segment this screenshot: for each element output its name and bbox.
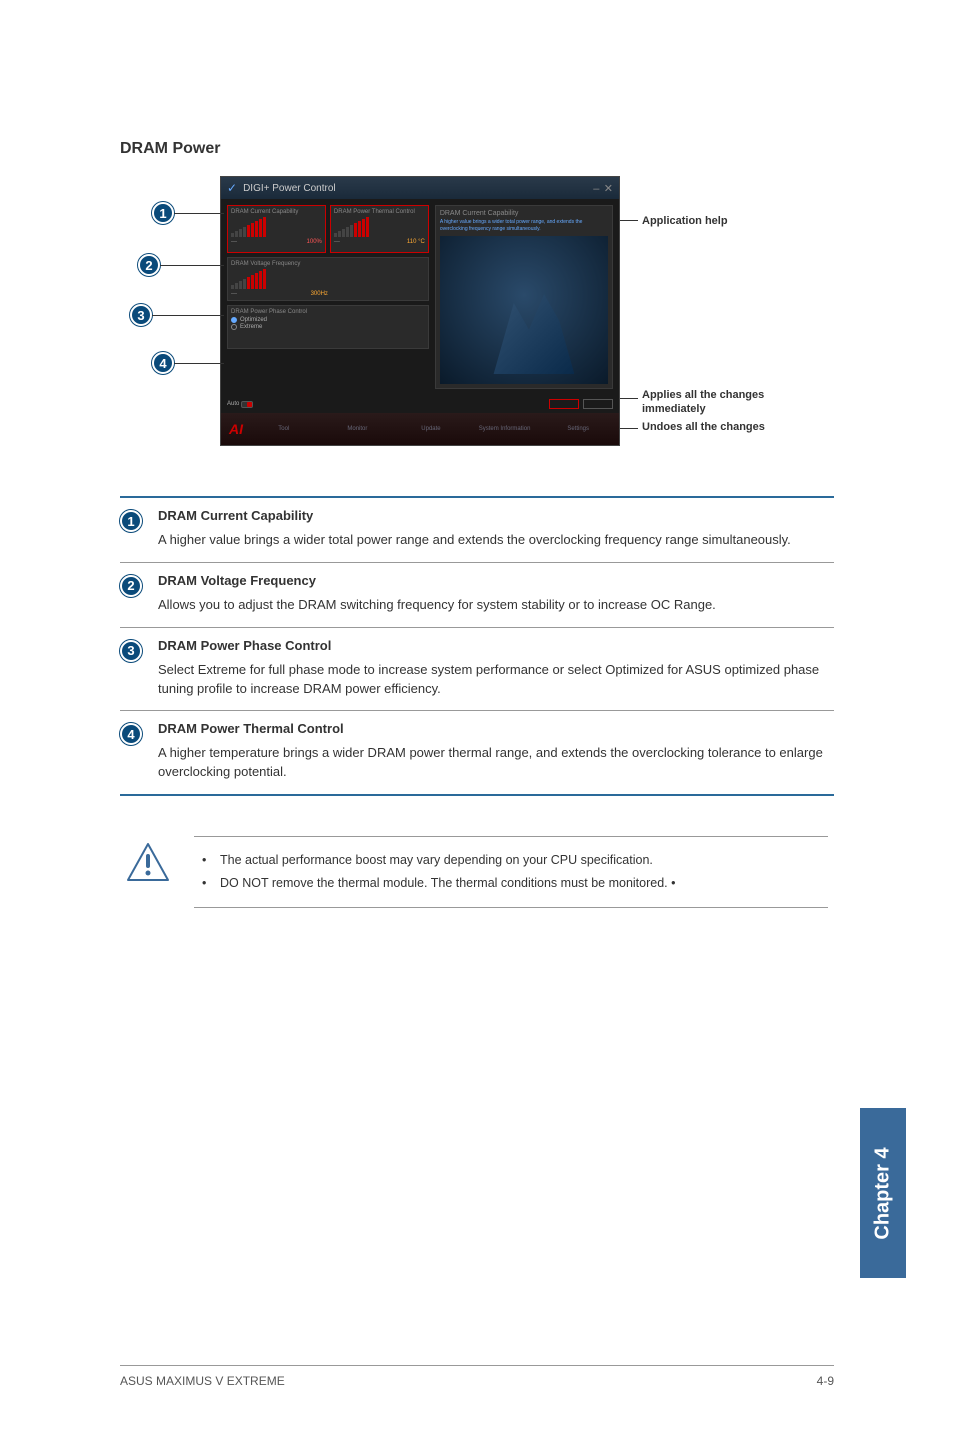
bottom-tab[interactable]: System Information (472, 426, 538, 432)
marker-1: 1 (152, 202, 174, 224)
annot-help: Application help (642, 214, 822, 228)
list-item: 1 DRAM Current Capability A higher value… (120, 498, 834, 563)
item-text: A higher temperature brings a wider DRAM… (158, 744, 834, 782)
close-icon[interactable]: ✕ (604, 183, 613, 195)
item-badge-4: 4 (120, 723, 142, 745)
radio-on-icon (231, 317, 237, 323)
item-badge-3: 3 (120, 640, 142, 662)
item-badge-1: 1 (120, 510, 142, 532)
warning-icon (126, 842, 170, 882)
tile-dram-phase[interactable]: DRAM Power Phase Control Optimized Extre… (227, 305, 429, 349)
tile-label: DRAM Power Phase Control (231, 309, 425, 315)
apply-button[interactable] (549, 399, 579, 409)
window-titlebar: ✓ DIGI+ Power Control – ✕ (221, 177, 619, 199)
screenshot-figure: ✓ DIGI+ Power Control – ✕ DRAM Current C… (120, 176, 840, 466)
list-item: 3 DRAM Power Phase Control Select Extrem… (120, 628, 834, 712)
marker-line (174, 363, 224, 364)
item-title: DRAM Power Phase Control (158, 638, 834, 653)
footer-right: 4-9 (817, 1374, 834, 1388)
list-item: 2 DRAM Voltage Frequency Allows you to a… (120, 563, 834, 628)
tile-dram-current[interactable]: DRAM Current Capability —100% (227, 205, 326, 253)
marker-line (160, 265, 224, 266)
item-title: DRAM Current Capability (158, 508, 834, 523)
check-icon: ✓ (227, 181, 237, 195)
footer-left: ASUS MAXIMUS V EXTREME (120, 1374, 285, 1388)
undo-button[interactable] (583, 399, 613, 409)
app-window: ✓ DIGI+ Power Control – ✕ DRAM Current C… (220, 176, 620, 446)
help-text: A higher value brings a wider total powe… (440, 219, 608, 232)
marker-4: 4 (152, 352, 174, 374)
warning-block: The actual performance boost may vary de… (120, 836, 834, 908)
item-title: DRAM Voltage Frequency (158, 573, 834, 588)
marker-line (174, 213, 224, 214)
help-title: DRAM Current Capability (440, 210, 608, 217)
tile-dram-thermal[interactable]: DRAM Power Thermal Control —110 °C (330, 205, 429, 253)
toggle-icon (241, 401, 253, 408)
annot-line (620, 428, 638, 429)
radio-extreme[interactable]: Extreme (231, 324, 425, 330)
bottom-bar: AI Tool Monitor Update System Informatio… (221, 413, 619, 445)
radio-optimized[interactable]: Optimized (231, 317, 425, 323)
item-text: A higher value brings a wider total powe… (158, 531, 834, 550)
item-text: Allows you to adjust the DRAM switching … (158, 596, 834, 615)
bottom-tab[interactable]: Monitor (325, 426, 391, 432)
section-title: DRAM Power (120, 140, 834, 158)
annot-line (620, 398, 638, 399)
annot-line (620, 220, 638, 221)
description-list: 1 DRAM Current Capability A higher value… (120, 496, 834, 796)
minimize-icon[interactable]: – (593, 183, 599, 195)
item-badge-2: 2 (120, 575, 142, 597)
window-title: DIGI+ Power Control (243, 183, 336, 194)
bars-icon (334, 217, 425, 237)
bottom-tab[interactable]: Tool (251, 426, 317, 432)
tile-value: 300Hz (311, 291, 328, 297)
tile-label: DRAM Current Capability (231, 209, 322, 215)
help-panel: DRAM Current Capability A higher value b… (435, 205, 613, 389)
bottom-tab[interactable]: Settings (545, 426, 611, 432)
list-item: 4 DRAM Power Thermal Control A higher te… (120, 711, 834, 794)
radio-off-icon (231, 324, 237, 330)
marker-line (152, 315, 224, 316)
marker-3: 3 (130, 304, 152, 326)
item-text: Select Extreme for full phase mode to in… (158, 661, 834, 699)
tile-value: 110 °C (407, 239, 425, 245)
help-image (440, 236, 608, 384)
item-title: DRAM Power Thermal Control (158, 721, 834, 736)
tile-label: DRAM Power Thermal Control (334, 209, 425, 215)
ai-logo-icon: AI (229, 421, 243, 437)
annot-apply: Applies all the changes immediately (642, 388, 822, 417)
tile-dram-voltage[interactable]: DRAM Voltage Frequency —300Hz (227, 257, 429, 301)
bars-icon (231, 217, 322, 237)
tile-value: 100% (307, 239, 322, 245)
annot-undo: Undoes all the changes (642, 420, 822, 434)
warning-text: The actual performance boost may vary de… (194, 851, 828, 870)
bars-icon (231, 269, 328, 289)
page-footer: ASUS MAXIMUS V EXTREME 4-9 (120, 1365, 834, 1388)
tile-label: DRAM Voltage Frequency (231, 261, 425, 267)
warning-text: DO NOT remove the thermal module. The th… (194, 874, 828, 893)
bottom-tab[interactable]: Update (398, 426, 464, 432)
auto-toggle[interactable]: Auto (227, 401, 253, 408)
chapter-tab: Chapter 4 (860, 1108, 906, 1278)
marker-2: 2 (138, 254, 160, 276)
